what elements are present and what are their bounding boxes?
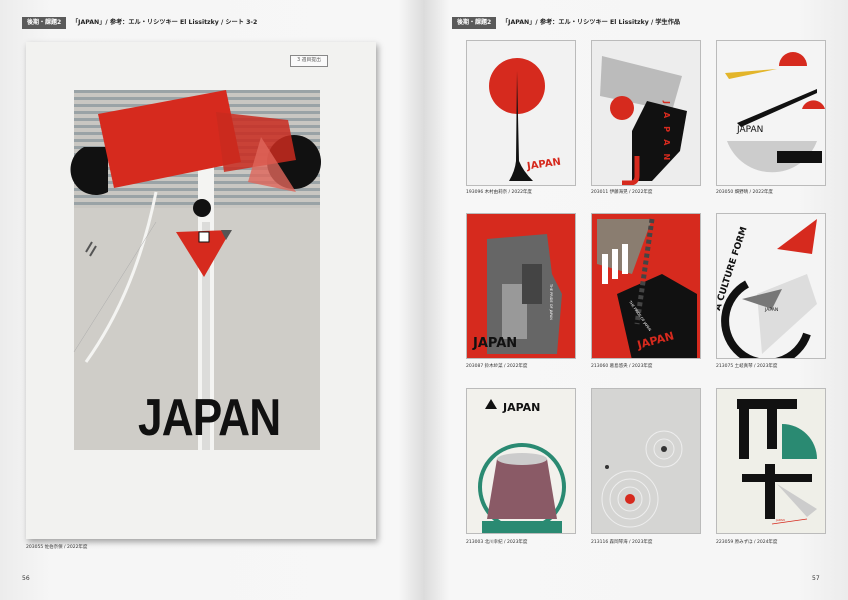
poster-9-text: JAPAN [776, 518, 785, 522]
page-header-left: 「JAPAN」/ 参考：エル・リシツキー El Lissitzky / シート … [72, 19, 258, 26]
section-tag-right: 後期・課題2 [452, 17, 497, 29]
big-poster-word: JAPAN [138, 389, 281, 447]
caption-9: 223059 原みずほ / 2024年度 [716, 540, 778, 545]
student-poster-6: A CULTURE FORM JAPAN [716, 213, 826, 359]
caption-6: 213075 土岐真琴 / 2023年度 [716, 364, 778, 369]
poster-7-text: JAPAN [503, 401, 541, 414]
student-poster-4: JAPAN THE PRIDE OF JAPAN [466, 213, 576, 359]
poster-3-text: JAPAN [737, 125, 764, 135]
student-poster-7: JAPAN [466, 388, 576, 534]
page-header-right: 「JAPAN」/ 参考：エル・リシツキー El Lissitzky / 学生作品 [502, 19, 681, 26]
page-number-right: 57 [812, 575, 820, 582]
page-number-left: 56 [22, 575, 30, 582]
student-poster-2: JAPAN [591, 40, 701, 186]
poster-4-sub: THE PRIDE OF JAPAN [549, 284, 553, 320]
big-poster-sheet: JAPAN [26, 42, 376, 539]
book-spread: 後期・課題2 「JAPAN」/ 参考：エル・リシツキー El Lissitzky… [0, 0, 848, 600]
big-poster-caption: 203055 佐伯奈保 / 2022年度 [26, 545, 88, 550]
caption-8: 213116 森岡琴海 / 2023年度 [591, 540, 653, 545]
caption-7: 213003 北川幸紀 / 2023年度 [466, 540, 528, 545]
caption-5: 213060 葛島悠央 / 2023年度 [591, 364, 653, 369]
caption-4: 203087 鈴木紗菜 / 2022年度 [466, 364, 528, 369]
student-poster-8 [591, 388, 701, 534]
section-tag-left: 後期・課題2 [22, 17, 67, 29]
submission-stamp: 3 週目提出 [290, 55, 328, 67]
poster-2-text: JAPAN [662, 101, 671, 169]
caption-2: 203011 伊藤海晃 / 2022年度 [591, 190, 653, 195]
student-poster-5: JAPAN THE PRIDE OF JAPAN [591, 213, 701, 359]
caption-3: 203050 畑野晴 / 2022年度 [716, 190, 773, 195]
student-poster-1: JAPAN [466, 40, 576, 186]
student-poster-3: JAPAN [716, 40, 826, 186]
caption-1: 193096 木村由莉奈 / 2022年度 [466, 190, 532, 195]
poster-4-text: JAPAN [473, 336, 518, 351]
poster-6-text: JAPAN [765, 308, 779, 313]
big-poster-artwork [70, 90, 321, 450]
student-poster-9 [716, 388, 826, 534]
